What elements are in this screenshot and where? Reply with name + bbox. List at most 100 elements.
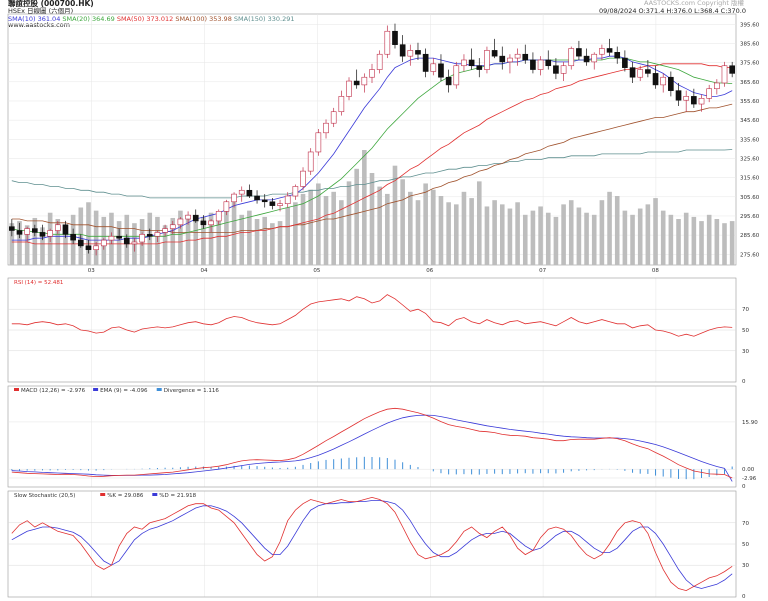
candle-body: [476, 65, 483, 70]
volume-bar: [653, 198, 658, 265]
macd-legend: Divergence = 1.116: [164, 388, 220, 394]
candle-body: [346, 80, 352, 97]
candle-body: [277, 203, 283, 206]
candle-body: [514, 53, 521, 59]
candle-body: [499, 55, 506, 63]
volume-bar: [668, 214, 674, 265]
volume-bar: [431, 189, 436, 265]
stoch-legend: %K = 29.086: [107, 493, 144, 499]
candle-body: [491, 50, 498, 57]
volume-bar: [614, 196, 620, 265]
candle-body: [468, 59, 475, 67]
macd-legend-swatch: [156, 388, 162, 391]
stoch-legend: Slow Stochastic (20,5): [14, 493, 75, 499]
volume-bar: [469, 198, 474, 265]
y-tick-label: 375.60: [740, 61, 760, 67]
volume-bar: [216, 219, 222, 265]
candle-body: [330, 111, 337, 124]
volume-bar: [522, 214, 528, 265]
volume-bar: [515, 202, 520, 265]
volume-bar: [453, 204, 459, 265]
volume-bar: [262, 216, 268, 265]
volume-bar: [553, 216, 559, 265]
macd-y-tick-label: -2.96: [742, 476, 757, 482]
candle-body: [453, 65, 460, 86]
volume-bar: [354, 168, 359, 265]
candle-body: [576, 48, 582, 57]
candle-body: [85, 245, 92, 250]
candle-body: [545, 59, 552, 67]
volume-bar: [714, 219, 720, 265]
candle-body: [284, 195, 291, 204]
candle-body: [31, 228, 38, 233]
volume-bar: [93, 210, 99, 265]
candle-body: [54, 224, 61, 231]
stoch-y-tick-label: 70: [742, 521, 749, 527]
y-tick-label: 275.60: [740, 252, 760, 258]
volume-bar: [568, 200, 574, 265]
candle-body: [599, 48, 605, 55]
volume-bar: [645, 204, 651, 265]
volume-bar: [293, 202, 298, 265]
candle-body: [553, 65, 559, 74]
candle-body: [323, 122, 329, 134]
candle-body: [668, 76, 674, 91]
x-tick-label: 03: [88, 268, 95, 274]
macd-legend-swatch: [14, 388, 19, 391]
volume-bar: [676, 219, 681, 265]
rsi-legend: RSI (14) = 52.481: [14, 280, 63, 286]
volume-bar: [362, 150, 367, 265]
volume-bar: [346, 181, 352, 265]
candle-body: [706, 88, 713, 99]
candle-body: [675, 90, 682, 101]
candle-body: [714, 82, 720, 90]
candle-body: [47, 230, 53, 237]
candle-body: [307, 151, 314, 172]
candle-body: [568, 48, 575, 67]
stoch-legend-swatch: [152, 493, 158, 496]
candle-body: [246, 189, 253, 197]
candle-body: [154, 232, 161, 237]
candle-body: [376, 53, 383, 70]
y-tick-label: 295.60: [740, 214, 760, 220]
volume-bar: [699, 221, 704, 265]
candle-body: [223, 201, 230, 212]
candle-body: [238, 189, 245, 195]
candle-body: [507, 57, 513, 63]
volume-bar: [591, 214, 597, 265]
candle-body: [438, 63, 444, 78]
macd-panel-frame: [7, 385, 737, 488]
candle-body: [192, 214, 199, 222]
y-tick-label: 305.60: [740, 195, 760, 201]
candle-body: [530, 59, 536, 70]
candle-body: [614, 52, 621, 59]
rsi-y-tick-label: 70: [742, 307, 749, 313]
candle-body: [338, 96, 345, 113]
y-tick-label: 395.60: [740, 22, 760, 28]
candle-body: [729, 65, 735, 74]
candle-body: [698, 98, 705, 105]
volume-bar: [476, 181, 482, 265]
volume-bar: [270, 223, 275, 265]
volume-bar: [607, 191, 612, 265]
candle-body: [591, 53, 598, 63]
panel-zero-label: 0: [742, 484, 746, 490]
candle-body: [353, 80, 360, 86]
candle-body: [721, 65, 728, 84]
x-tick-label: 07: [539, 268, 546, 274]
candle-body: [484, 50, 490, 70]
volume-bar: [622, 210, 628, 265]
y-tick-label: 315.60: [740, 176, 760, 182]
rsi-y-tick-label: 50: [742, 328, 749, 334]
volume-bar: [545, 212, 551, 265]
candle-body: [231, 193, 237, 203]
y-tick-label: 335.60: [740, 137, 760, 143]
candle-body: [254, 195, 260, 201]
candle-body: [645, 69, 651, 74]
candle-body: [208, 220, 214, 226]
macd-y-tick-label: 15.90: [742, 420, 758, 426]
volume-bar: [484, 206, 490, 265]
candle-body: [407, 50, 414, 57]
volume-bar: [599, 200, 605, 265]
volume-bar: [285, 207, 291, 265]
